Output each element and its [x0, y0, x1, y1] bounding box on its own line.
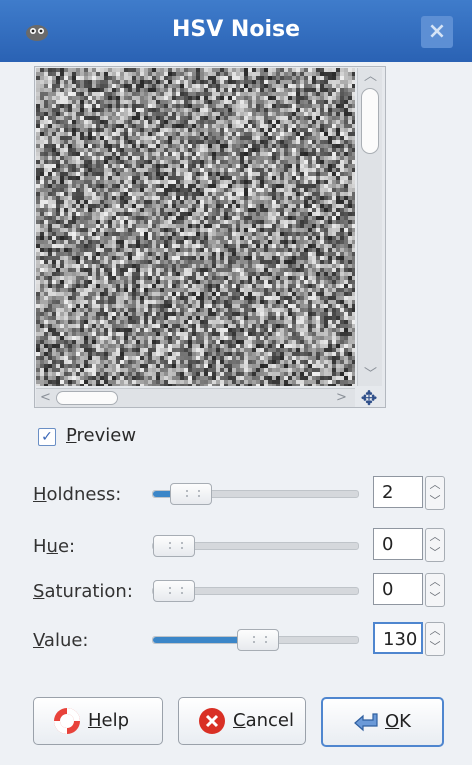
ok-button[interactable]: OK [321, 697, 444, 747]
chevron-up-icon[interactable]: ︿ [426, 623, 444, 639]
holdness-slider-handle[interactable] [170, 483, 212, 505]
ok-button-label: OK [385, 711, 411, 732]
chevron-down-icon[interactable]: ﹀ [426, 590, 444, 606]
preview-label[interactable]: Preview [66, 425, 136, 446]
chevron-up-icon[interactable]: ︿ [426, 477, 444, 493]
chevron-up-icon[interactable]: ︿ [426, 574, 444, 590]
ok-arrow-icon [351, 707, 381, 737]
value-slider-handle[interactable] [237, 629, 279, 651]
holdness-slider[interactable] [152, 490, 359, 498]
value-spinbox[interactable]: 130 ︿ ﹀ [373, 622, 443, 656]
saturation-label: Saturation: [33, 581, 133, 602]
hue-value-field[interactable]: 0 [373, 528, 423, 560]
saturation-slider-handle[interactable] [153, 580, 195, 602]
chevron-down-icon[interactable]: ﹀ [426, 545, 444, 561]
vertical-scroll-thumb[interactable] [361, 88, 379, 154]
holdness-label: Holdness: [33, 484, 121, 505]
hue-spinbox[interactable]: 0 ︿ ﹀ [373, 528, 443, 562]
hue-spin-buttons[interactable]: ︿ ﹀ [425, 528, 445, 562]
saturation-spin-buttons[interactable]: ︿ ﹀ [425, 573, 445, 607]
preview-checkbox[interactable]: ✓ [38, 428, 56, 446]
hue-label: Hue: [33, 536, 75, 557]
title-bar: HSV Noise × [0, 0, 472, 62]
saturation-spinbox[interactable]: 0 ︿ ﹀ [373, 573, 443, 607]
navigate-cross-icon[interactable]: ✥ [356, 388, 382, 408]
help-button-label: Help [88, 710, 129, 731]
value-slider[interactable] [152, 636, 359, 644]
value-spin-buttons[interactable]: ︿ ﹀ [425, 622, 445, 656]
hue-slider-handle[interactable] [153, 535, 195, 557]
cancel-button-label: Cancel [233, 710, 294, 731]
horizontal-scrollbar[interactable]: < > [36, 388, 355, 407]
holdness-spin-buttons[interactable]: ︿ ﹀ [425, 476, 445, 510]
help-button[interactable]: Help [33, 697, 163, 745]
chevron-down-icon[interactable]: ﹀ [426, 639, 444, 655]
value-slider-fill [153, 637, 243, 643]
scroll-right-icon[interactable]: > [336, 391, 347, 404]
preview-canvas[interactable] [36, 68, 355, 386]
scroll-left-icon[interactable]: < [40, 391, 51, 404]
saturation-value-field[interactable]: 0 [373, 573, 423, 605]
scroll-up-icon[interactable]: ︿ [364, 70, 377, 83]
horizontal-scroll-thumb[interactable] [56, 391, 118, 405]
hue-slider[interactable] [152, 542, 359, 550]
gimp-icon [24, 20, 50, 42]
saturation-slider[interactable] [152, 587, 359, 595]
scroll-down-icon[interactable]: ﹀ [364, 368, 377, 381]
chevron-up-icon[interactable]: ︿ [426, 529, 444, 545]
cancel-x-icon [197, 706, 227, 736]
cancel-button[interactable]: Cancel [178, 697, 306, 745]
holdness-value-field[interactable]: 2 [373, 476, 423, 508]
lifebuoy-icon [52, 706, 82, 736]
close-icon[interactable]: × [421, 16, 453, 48]
vertical-scrollbar[interactable]: ︿ ﹀ [357, 68, 382, 386]
value-value-field[interactable]: 130 [373, 622, 423, 654]
window-title: HSV Noise [120, 17, 352, 42]
holdness-spinbox[interactable]: 2 ︿ ﹀ [373, 476, 443, 510]
chevron-down-icon[interactable]: ﹀ [426, 493, 444, 509]
value-label: Value: [33, 630, 89, 651]
